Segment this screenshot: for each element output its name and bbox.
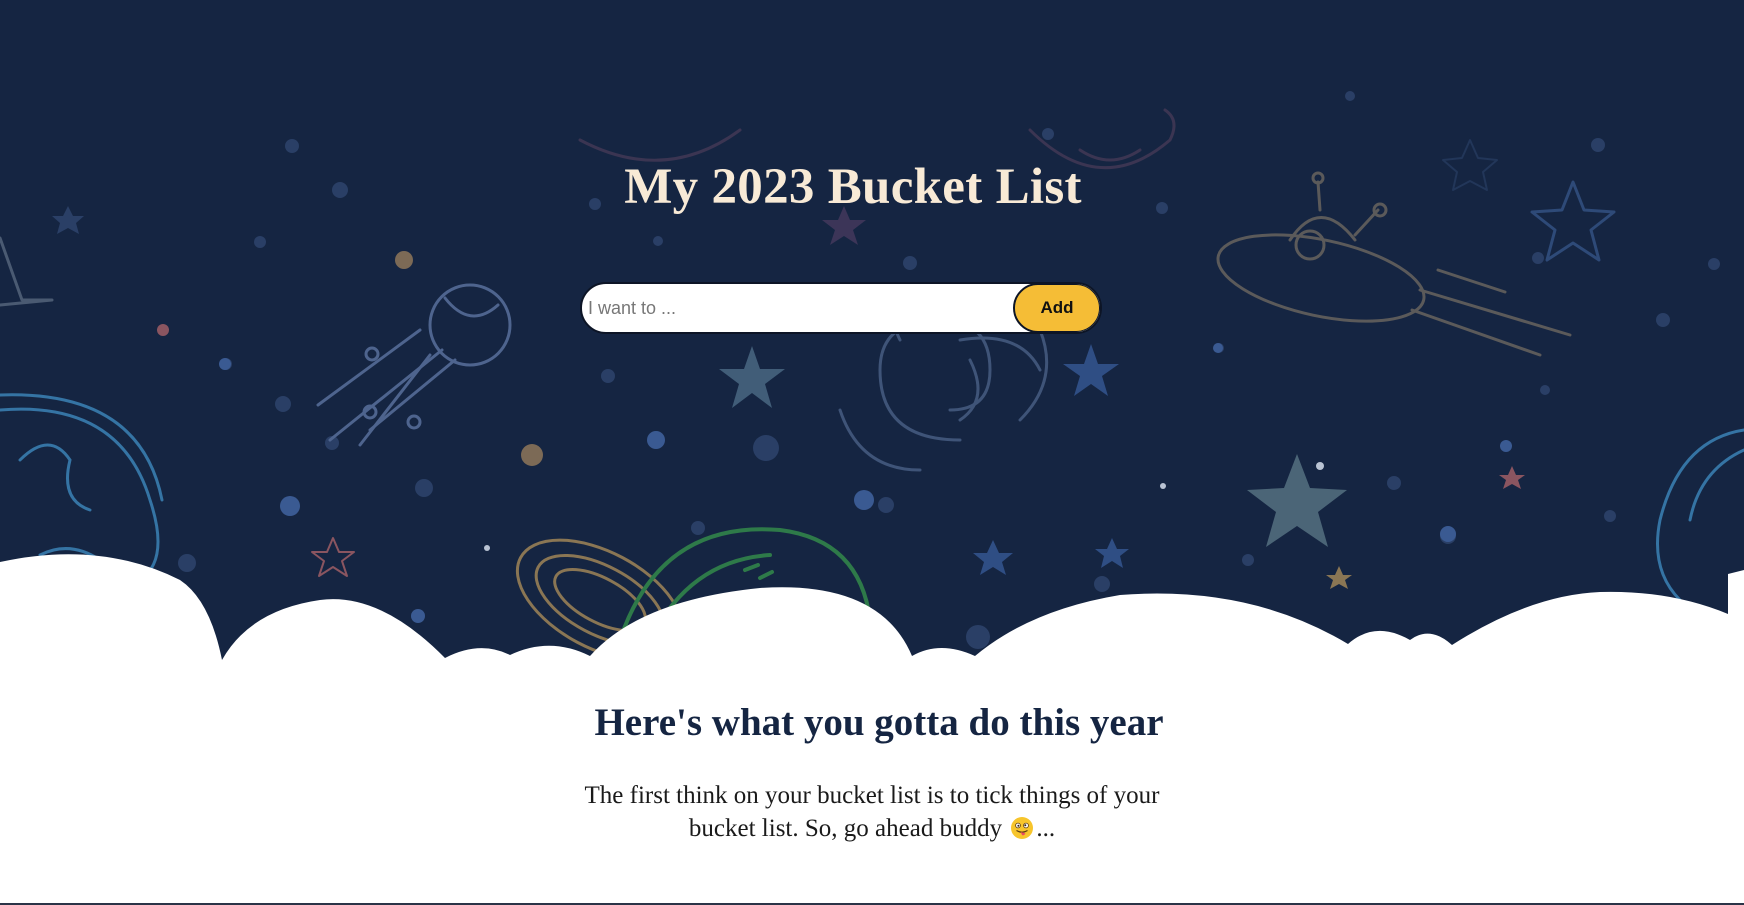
page-title: My 2023 Bucket List [624, 159, 1082, 215]
bucket-list-page: My 2023 Bucket List Add Here's what you … [0, 0, 1744, 905]
intro-paragraph: The first think on your bucket list is t… [572, 779, 1172, 845]
intro-ellipsis: ... [1036, 815, 1056, 842]
intro-text: The first think on your bucket list is t… [584, 782, 1160, 842]
bucket-item-input[interactable] [582, 284, 1012, 332]
winking-face-with-tongue-icon [1011, 817, 1034, 839]
hero-banner: My 2023 Bucket List Add [0, 0, 1744, 662]
add-item-form: Add [580, 282, 1102, 334]
intro-section: Here's what you gotta do this year The f… [0, 700, 1744, 845]
cloud-divider [0, 554, 1744, 662]
section-heading: Here's what you gotta do this year [594, 701, 1164, 744]
add-button[interactable]: Add [1013, 284, 1100, 332]
